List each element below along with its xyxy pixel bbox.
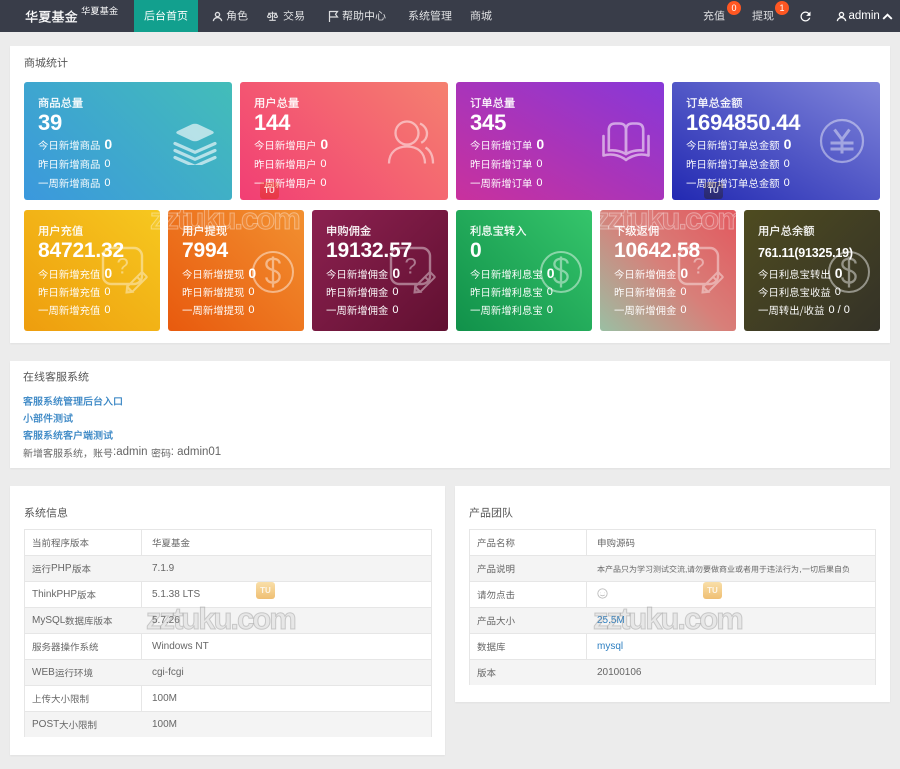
svg-text:?: ? (117, 254, 129, 279)
svg-text:?: ? (405, 254, 417, 279)
svg-text:?: ? (693, 254, 705, 279)
